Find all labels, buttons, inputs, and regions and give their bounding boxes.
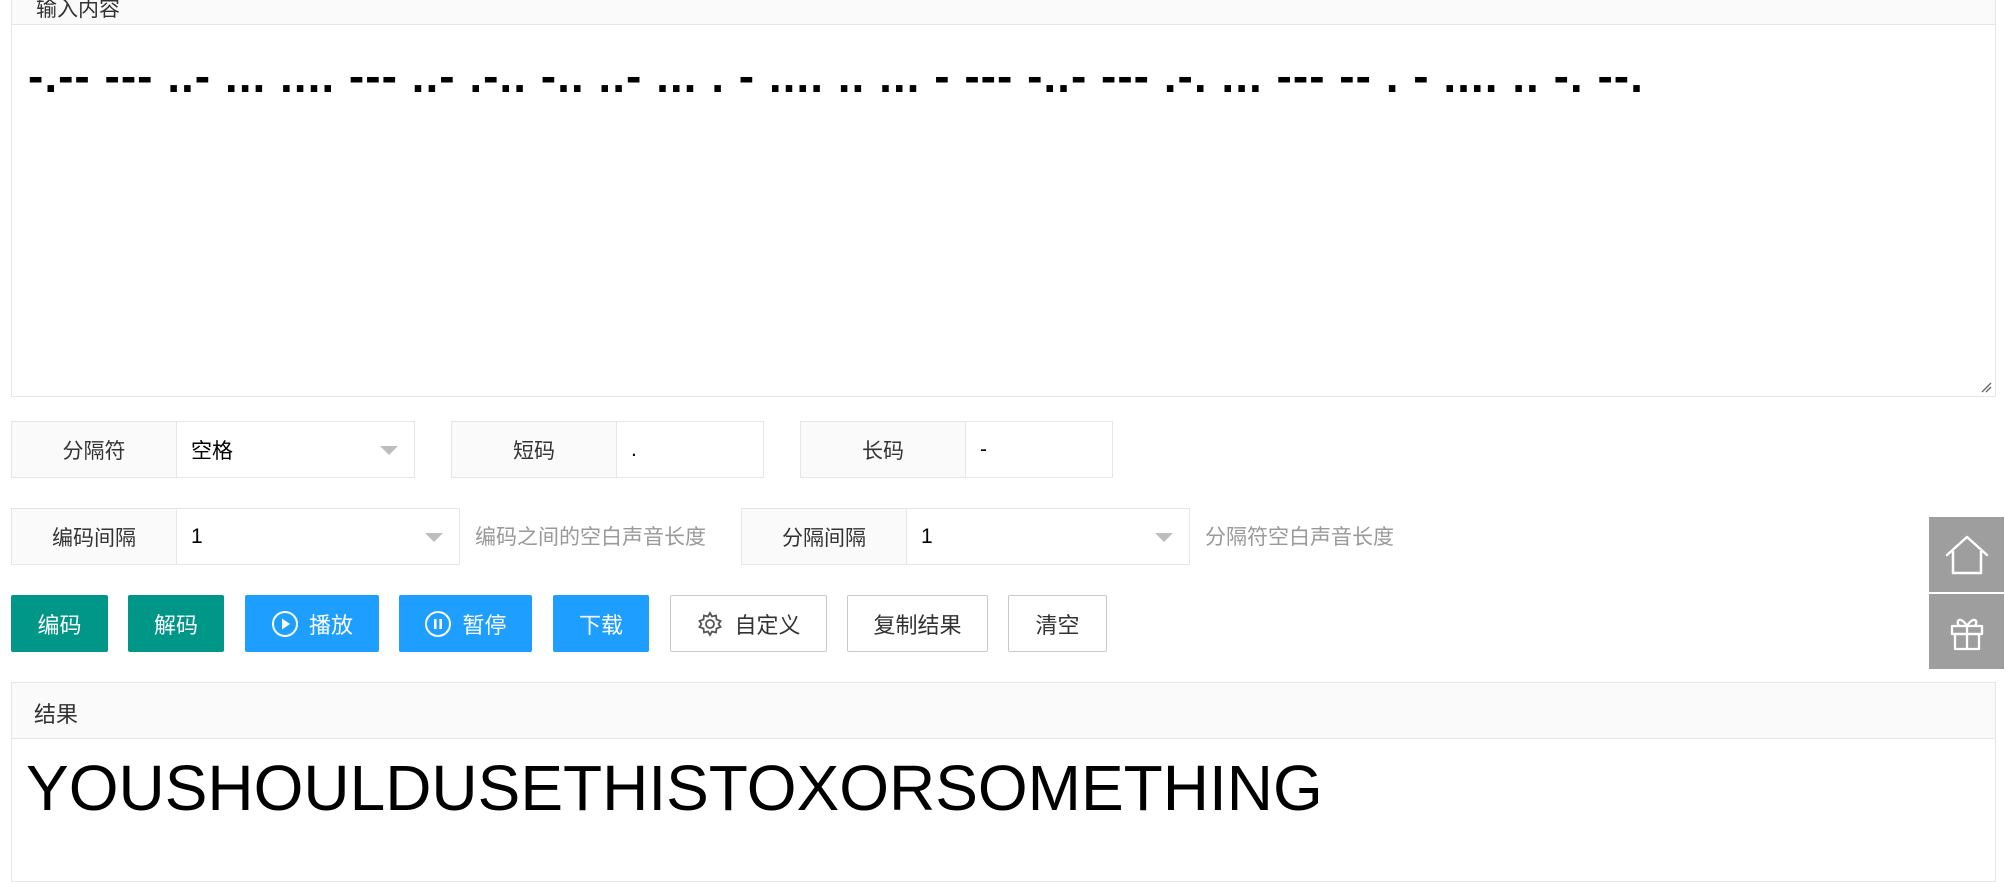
input-panel-header: 输入内容 — [12, 0, 1995, 25]
custom-button-label: 自定义 — [734, 612, 801, 638]
result-text: YOUSHOULDUSETHISTOXORSOMETHING — [26, 752, 1323, 824]
pause-icon — [425, 610, 452, 637]
resize-grip-icon[interactable] — [1980, 381, 1992, 393]
code-gap-field: 编码间隔 1 — [11, 508, 460, 565]
home-icon — [1945, 535, 1988, 574]
play-icon — [271, 610, 298, 637]
code-gap-select[interactable]: 1 — [177, 509, 459, 564]
sep-gap-field: 分隔间隔 1 — [741, 508, 1190, 565]
custom-button[interactable]: 自定义 — [670, 595, 827, 652]
sep-gap-value: 1 — [921, 524, 933, 548]
decode-button-label: 解码 — [153, 612, 198, 638]
long-code-label: 长码 — [801, 422, 966, 477]
input-label: 输入内容 — [36, 0, 120, 21]
clear-button[interactable]: 清空 — [1008, 595, 1107, 652]
result-label: 结果 — [34, 702, 79, 727]
input-textarea[interactable]: -.-- --- ..- ... .... --- ..- .-.. -.. .… — [12, 24, 1995, 396]
download-button-label: 下载 — [578, 612, 623, 638]
input-panel: 输入内容 -.-- --- ..- ... .... --- ..- .-.. … — [11, 0, 1996, 397]
separator-label: 分隔符 — [12, 422, 177, 477]
chevron-down-icon — [1155, 533, 1173, 542]
input-text[interactable]: -.-- --- ..- ... .... --- ..- .-.. -.. .… — [28, 36, 1965, 116]
separator-value: 空格 — [191, 439, 233, 463]
pause-button-label: 暂停 — [462, 612, 507, 638]
chevron-down-icon — [425, 533, 443, 542]
gift-icon — [1950, 618, 1983, 650]
pause-button[interactable]: 暂停 — [399, 595, 532, 652]
play-button[interactable]: 播放 — [245, 595, 379, 652]
code-gap-hint: 编码之间的空白声音长度 — [475, 526, 706, 549]
long-code-field: 长码 - — [800, 421, 1113, 478]
home-button[interactable] — [1929, 517, 2004, 592]
encode-button[interactable]: 编码 — [11, 595, 108, 652]
encode-button-label: 编码 — [37, 612, 82, 638]
short-code-input[interactable]: . — [617, 422, 763, 477]
sep-gap-label: 分隔间隔 — [742, 509, 907, 564]
copy-button-label: 复制结果 — [873, 612, 962, 638]
sep-gap-select[interactable]: 1 — [907, 509, 1189, 564]
chevron-down-icon — [380, 446, 398, 455]
play-button-label: 播放 — [308, 612, 353, 638]
clear-button-label: 清空 — [1035, 612, 1080, 638]
separator-field: 分隔符 空格 — [11, 421, 415, 478]
gear-icon — [698, 610, 723, 637]
decode-button[interactable]: 解码 — [128, 595, 224, 652]
short-code-label: 短码 — [452, 422, 617, 477]
result-panel: 结果 YOUSHOULDUSETHISTOXORSOMETHING — [11, 682, 1996, 882]
download-button[interactable]: 下载 — [553, 595, 649, 652]
long-code-input[interactable]: - — [966, 422, 1112, 477]
code-gap-label: 编码间隔 — [12, 509, 177, 564]
gift-button[interactable] — [1929, 594, 2004, 669]
separator-select[interactable]: 空格 — [177, 422, 414, 477]
sep-gap-hint: 分隔符空白声音长度 — [1205, 526, 1394, 549]
result-panel-header: 结果 — [12, 683, 1995, 739]
short-code-field: 短码 . — [451, 421, 764, 478]
copy-result-button[interactable]: 复制结果 — [847, 595, 988, 652]
code-gap-value: 1 — [191, 524, 203, 548]
